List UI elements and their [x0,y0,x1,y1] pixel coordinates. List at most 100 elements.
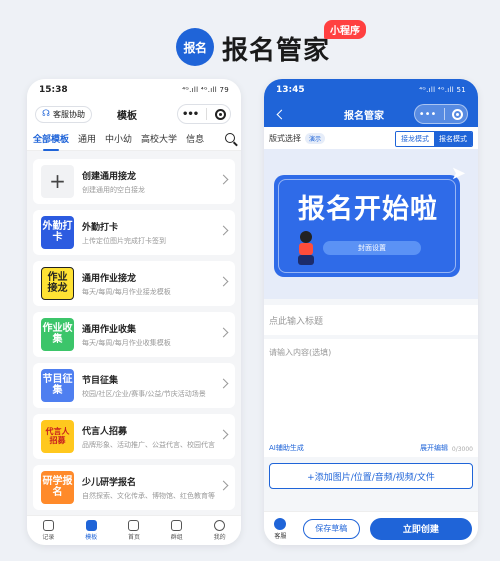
close-target-icon[interactable] [215,108,227,120]
chevron-right-icon [218,225,229,236]
miniprogram-capsule: ••• [177,104,231,124]
create-form-phone-screen: 13:45 ⁴ᴳ.ıll ⁴ᴳ.ıll 51 报名管家 ••• 版式选择 演示 … [264,79,478,545]
tabbar-label: 首页 [127,534,140,541]
chevron-right-icon [218,480,229,491]
layout-label: 版式选择 [269,133,301,143]
brand-title: 报名管家 [222,36,331,66]
chevron-right-icon [218,429,229,440]
tab-info[interactable]: 信息 [186,132,204,145]
homework-collect-icon: 作业收集 [41,318,74,351]
brand-logo: 报名 [176,28,214,66]
back-arrow-icon[interactable] [276,109,287,119]
headset-icon: ☊ [42,109,50,119]
template-item-field-checkin[interactable]: 外勤打卡 外勤打卡 上传定位图片完成打卡签到 [33,210,235,255]
template-item-homework-collect[interactable]: 作业收集 通用作业收集 每天/每周/每月作业收集模板 [33,312,235,357]
status-time: 13:45 [276,85,305,95]
paper-plane-icon: ➤ [450,163,466,184]
cover-image[interactable]: ➤ 报名开始啦 封面设置 [264,149,478,299]
template-desc: 创建通用的空白接龙 [82,185,145,194]
ambassador-icon: 代言人招募 [41,420,74,453]
record-icon [42,520,54,531]
tabbar-record[interactable]: 记录 [42,520,54,541]
nav-bar: ☊ 客服协助 模板 ••• [27,101,241,127]
template-phone-screen: 15:38 ⁴ᴳ.ıll ⁴ᴳ.ıll 79 ☊ 客服协助 模板 ••• 全部模… [27,79,241,545]
chevron-right-icon [218,378,229,389]
create-now-button[interactable]: 立即创建 [369,517,472,540]
template-desc: 自然探索、文化传承、博物馆、红色教育等 [82,491,215,500]
customer-service-label: 客服 [274,532,287,540]
more-icon[interactable]: ••• [419,109,437,120]
tab-all-templates[interactable]: 全部模板 [33,132,69,151]
template-item-study-tour[interactable]: 研学报名 少儿研学报名 自然探索、文化传承、博物馆、红色教育等 [33,465,235,510]
program-call-icon: 节目征集 [41,369,74,402]
signal-battery-icons: ⁴ᴳ.ıll ⁴ᴳ.ıll 51 [419,86,466,94]
template-item-program-call[interactable]: 节目征集 节目征集 校园/社区/企业/赛事/公益/节庆活动场景 [33,363,235,408]
tabbar-label: 记录 [42,534,55,541]
more-icon[interactable]: ••• [182,109,199,120]
tabbar-home[interactable]: 首页 [128,520,140,541]
bottom-tabbar: 记录 模板 首页 群组 我的 [27,515,241,545]
signup-mode-button[interactable]: 报名模式 [434,132,472,146]
char-counter: 0/3000 [451,446,473,453]
customer-service-icon [274,517,287,530]
capsule-divider [443,108,445,120]
mode-switch: 接龙模式 报名模式 [395,131,473,147]
template-title: 通用作业接龙 [82,273,137,284]
tab-university[interactable]: 高校大学 [141,132,177,145]
field-checkin-icon: 外勤打卡 [41,216,74,249]
search-icon[interactable] [225,133,235,143]
tabbar-group[interactable]: 群组 [171,520,183,541]
template-desc: 校园/社区/企业/赛事/公益/节庆活动场景 [82,389,206,398]
homework-solitaire-icon: 作业接龙 [41,267,74,300]
ai-assist-link[interactable]: AI辅助生成 [269,443,304,453]
template-desc: 每天/每周/每月作业收集模板 [82,338,171,347]
signal-battery-icons: ⁴ᴳ.ıll ⁴ᴳ.ıll 79 [182,86,229,94]
chevron-right-icon [218,174,229,185]
page-title: 模板 [117,110,137,122]
content-textarea[interactable]: 请输入内容(选填) AI辅助生成 展开编辑 0/3000 [264,339,478,457]
save-draft-button[interactable]: 保存草稿 [302,518,360,539]
home-icon [128,520,140,531]
bottom-action-bar: 客服 保存草稿 立即创建 [264,511,478,545]
content-placeholder: 请输入内容(选填) [269,348,332,357]
customer-service-button[interactable]: 客服 [270,517,291,540]
demo-badge[interactable]: 演示 [305,132,326,144]
template-list: + 创建通用接龙 创建通用的空白接龙 外勤打卡 外勤打卡 上传定位图片完成打卡签… [27,151,241,510]
blue-header: 13:45 ⁴ᴳ.ıll ⁴ᴳ.ıll 51 报名管家 ••• [264,79,478,127]
customer-help-label: 客服协助 [53,109,85,119]
profile-icon [214,520,226,531]
customer-help-button[interactable]: ☊ 客服协助 [35,105,92,123]
add-media-button[interactable]: +添加图片/位置/音频/视频/文件 [269,463,473,489]
status-time: 15:38 [39,85,68,95]
cover-title: 报名开始啦 [298,194,438,225]
template-title: 通用作业收集 [82,324,137,335]
chevron-right-icon [218,276,229,287]
template-title: 节目征集 [82,375,119,386]
solitaire-mode-button[interactable]: 接龙模式 [396,132,434,146]
tabbar-label: 我的 [213,534,226,541]
template-desc: 上传定位图片完成打卡签到 [82,236,166,245]
title-input[interactable]: 点此输入标题 [264,305,478,335]
template-title: 少儿研学报名 [82,477,137,488]
layout-selector: 版式选择 演示 接龙模式 报名模式 [264,127,478,149]
cover-settings-button[interactable]: 封面设置 [323,241,421,255]
template-item-homework-solitaire[interactable]: 作业接龙 通用作业接龙 每天/每周/每月作业接龙模板 [33,261,235,306]
capsule-divider [206,108,208,120]
tab-general[interactable]: 通用 [78,132,96,145]
template-desc: 每天/每周/每月作业接龙模板 [82,287,171,296]
expand-edit-link[interactable]: 展开编辑 [420,443,448,453]
miniprogram-capsule: ••• [414,104,468,124]
close-target-icon[interactable] [452,108,464,120]
status-bar: 15:38 ⁴ᴳ.ıll ⁴ᴳ.ıll 79 [27,79,241,101]
tabbar-profile[interactable]: 我的 [214,520,226,541]
chevron-right-icon [218,327,229,338]
mini-program-badge: 小程序 [324,20,366,39]
template-title: 外勤打卡 [82,222,119,233]
template-item-create-general[interactable]: + 创建通用接龙 创建通用的空白接龙 [33,159,235,204]
tab-k12[interactable]: 中小幼 [105,132,132,145]
runner-illustration [298,231,314,265]
template-title: 创建通用接龙 [82,171,137,182]
tabbar-template[interactable]: 模板 [85,520,97,541]
template-item-ambassador[interactable]: 代言人招募 代言人招募 品牌形象、活动推广、公益代言、校园代言 [33,414,235,459]
tabbar-label: 群组 [170,534,183,541]
